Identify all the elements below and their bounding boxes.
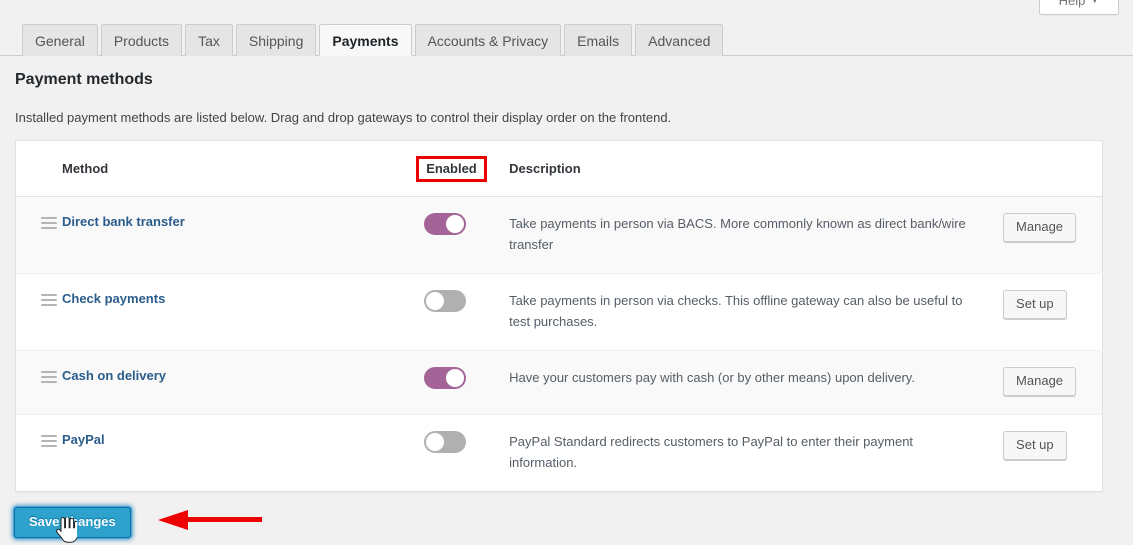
tab-advanced[interactable]: Advanced [635,24,724,56]
table-row: PayPal PayPal Standard redirects custome… [15,414,1103,492]
row-description-cell: Take payments in person via BACS. More c… [509,197,1003,274]
table-row: Check payments Take payments in person v… [15,273,1103,351]
table-row: Direct bank transfer Take payments in pe… [15,196,1103,274]
method-link-direct-bank-transfer[interactable]: Direct bank transfer [62,214,185,229]
drag-handle-icon[interactable] [41,217,57,229]
setup-button-check-payments[interactable]: Set up [1003,290,1067,319]
enabled-highlight-box: Enabled [416,155,487,182]
row-description-cell: Have your customers pay with cash (or by… [509,350,1004,415]
chevron-down-icon: ▼ [1090,0,1099,5]
method-description: Take payments in person via BACS. More c… [509,216,966,252]
row-description-cell: Take payments in person via checks. This… [509,273,1004,351]
table-body: Direct bank transfer Take payments in pe… [15,196,1103,492]
column-header-description: Description [509,140,1004,197]
payment-gateways-table: Method Enabled Description Direct bank t… [15,140,1103,492]
row-enabled-cell [424,414,510,492]
method-description: PayPal Standard redirects customers to P… [509,434,914,470]
manage-button-direct-bank-transfer[interactable]: Manage [1003,213,1077,242]
row-description-cell: PayPal Standard redirects customers to P… [509,414,1004,492]
help-button-label: Help [1058,0,1086,8]
column-header-action [1003,140,1103,197]
column-header-enabled-label: Enabled [426,160,477,176]
annotation-arrow-icon [158,510,262,530]
page-description: Installed payment methods are listed bel… [15,110,672,125]
manage-button-cash-on-delivery[interactable]: Manage [1003,367,1077,396]
column-header-method: Method [61,140,427,197]
toggle-knob [446,215,465,233]
tab-emails[interactable]: Emails [564,24,633,56]
tab-products[interactable]: Products [100,24,183,56]
enabled-toggle-check-payments[interactable] [424,290,467,312]
page-title: Payment methods [15,71,153,88]
row-enabled-cell [424,350,510,415]
toggle-knob [426,433,445,451]
method-link-cash-on-delivery[interactable]: Cash on delivery [62,368,166,383]
row-action-cell: Manage [1003,197,1102,274]
row-drag-cell [16,197,62,274]
enabled-toggle-paypal[interactable] [424,431,467,453]
row-enabled-cell [424,197,509,274]
row-method-cell: PayPal [61,414,427,492]
tab-payments[interactable]: Payments [319,24,412,56]
column-header-method-label: Method [61,161,109,176]
table-header: Method Enabled Description [15,140,1103,197]
method-description: Take payments in person via checks. This… [509,293,963,329]
drag-handle-icon[interactable] [41,435,57,447]
row-method-cell: Check payments [61,273,427,351]
enabled-toggle-cash-on-delivery[interactable] [424,367,467,389]
drag-handle-icon[interactable] [41,371,57,383]
row-method-cell: Cash on delivery [61,350,427,415]
toggle-knob [446,369,465,387]
method-link-check-payments[interactable]: Check payments [62,291,165,306]
row-drag-cell [15,273,62,351]
tab-shipping[interactable]: Shipping [235,24,317,56]
row-action-cell: Set up [1003,273,1103,351]
row-action-cell: Manage [1003,350,1103,415]
tab-accounts-privacy[interactable]: Accounts & Privacy [414,24,562,56]
settings-tab-bar: General Products Tax Shipping Payments A… [0,23,1133,56]
save-changes-button[interactable]: Save changes [14,507,131,538]
enabled-toggle-direct-bank-transfer[interactable] [424,213,467,235]
toggle-knob [426,292,445,310]
drag-handle-icon[interactable] [41,294,57,306]
row-method-cell: Direct bank transfer [62,197,426,274]
save-button-wrapper: Save changes [14,507,131,538]
table-row: Cash on delivery Have your customers pay… [15,350,1103,415]
row-action-cell: Set up [1003,414,1103,492]
method-description: Have your customers pay with cash (or by… [509,370,915,385]
help-button[interactable]: Help ▼ [1039,0,1119,15]
column-header-description-label: Description [509,161,581,176]
row-enabled-cell [424,273,510,351]
row-drag-cell [15,414,62,492]
method-link-paypal[interactable]: PayPal [62,432,105,447]
table-header-row: Method Enabled Description [15,140,1103,197]
tab-tax[interactable]: Tax [185,24,233,56]
tab-general[interactable]: General [22,24,98,56]
row-drag-cell [15,350,62,415]
column-header-sort [15,140,62,197]
setup-button-paypal[interactable]: Set up [1003,431,1067,460]
column-header-enabled: Enabled [416,140,510,197]
